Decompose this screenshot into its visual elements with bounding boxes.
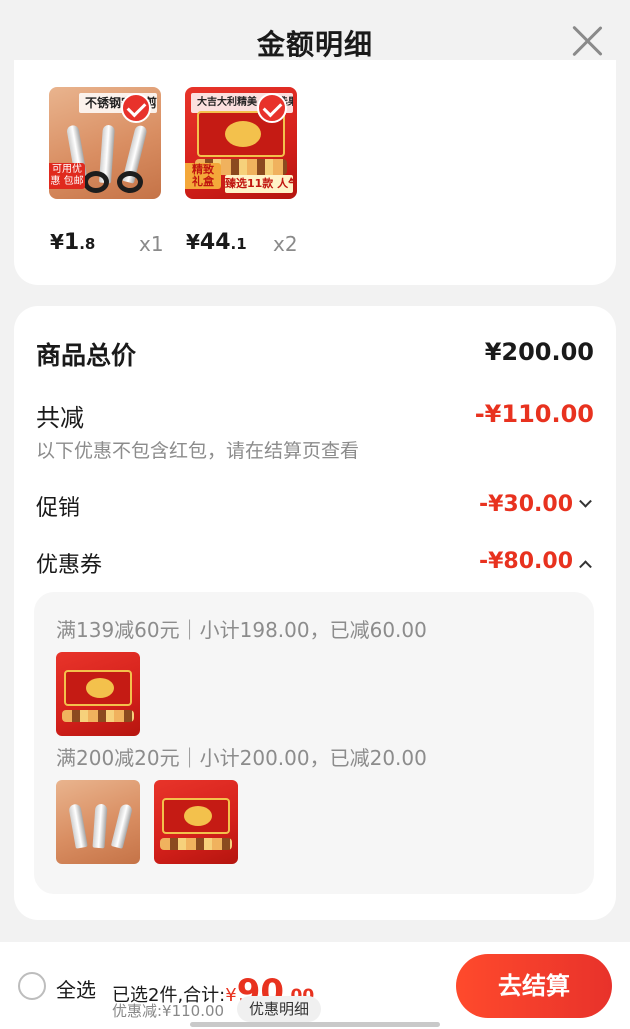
price-dec: .1 [230,235,247,253]
scissor-blade [68,803,88,849]
giftbox-image [162,798,230,834]
promo-value: -¥30.00 [478,492,573,517]
coupon-line: 满200减20元｜小计200.00，已减20.00 [56,746,427,770]
chevron-down-icon [579,494,592,508]
checked-icon[interactable] [257,93,287,123]
giftbox-foods [62,710,134,722]
product-qty: x2 [273,232,298,256]
product-thumb-scissors[interactable]: 不锈钢家用剪 可用优惠 包邮 [49,87,161,199]
checkout-button[interactable]: 去结算 [456,954,612,1018]
price-dec: .8 [79,235,96,253]
price-int: 44 [199,230,231,255]
discount-detail-button[interactable]: 优惠明细 [237,996,322,1022]
price-currency: ¥ [50,230,64,254]
product-tag: 可用优惠 包邮 [49,163,85,189]
scissor-handle [83,171,109,193]
amount-detail-card: 商品总价 ¥200.00 共减 -¥110.00 以下优惠不包含红包，请在结算页… [14,306,616,920]
product-thumb-giftbox[interactable]: 大吉大利精美 · 臻选果浆酥饼 精致 礼盒 臻选11款 人气星款 [185,87,297,199]
checkout-bar: 全选 已选2件,合计:¥90.00 优惠减:¥110.00 优惠明细 去结算 [0,942,630,1029]
price-currency: ¥ [186,230,200,254]
select-all-radio[interactable] [18,972,46,1000]
price-int: 1 [63,230,80,255]
giftbox-seal [184,806,212,826]
page-title: 金额明细 [256,28,373,61]
coupon-detail-panel: 满139减60元｜小计198.00，已减60.00 满200减20元｜小计200… [34,592,594,894]
giftbox-seal [225,121,261,147]
total-reduce-value: -¥110.00 [474,400,594,428]
scissor-blade [110,803,134,849]
coupon-product-thumb-scissors [56,780,140,864]
coupon-row-toggle[interactable]: -¥80.00 [478,549,592,574]
coupon-label: 优惠券 [36,553,103,578]
product-tag: 精致 礼盒 [185,163,221,189]
discount-note: 以下优惠不包含红包，请在结算页查看 [36,440,360,462]
giftbox-seal [86,678,114,698]
select-all-label[interactable]: 全选 [56,974,96,1003]
chevron-up-icon [579,559,592,573]
total-price-label: 商品总价 [36,341,137,370]
product-qty: x1 [139,232,164,256]
coupon-product-thumb-giftbox [56,652,140,736]
product-price: ¥1.8 [50,230,95,255]
product-strip: 臻选11款 人气星款 [225,175,293,193]
giftbox-foods [160,838,232,850]
product-price: ¥44.1 [186,230,247,255]
total-currency: ¥ [225,985,237,1006]
promo-label: 促销 [36,496,81,521]
scissor-handle [117,171,143,193]
coupon-line: 满139减60元｜小计198.00，已减60.00 [56,618,427,642]
promo-row-toggle[interactable]: -¥30.00 [478,492,592,517]
coupon-value: -¥80.00 [478,549,573,574]
discount-summary: 优惠减:¥110.00 [112,1002,225,1020]
scissor-blade [92,803,108,849]
product-card: 不锈钢家用剪 可用优惠 包邮 大吉大利精美 · 臻选果浆酥饼 精致 礼盒 臻选1… [14,60,616,285]
home-indicator [190,1022,440,1027]
total-reduce-label: 共减 [36,404,84,432]
total-price-value: ¥200.00 [484,338,594,366]
giftbox-image [64,670,132,706]
close-icon[interactable] [570,24,604,58]
coupon-product-thumb-giftbox [154,780,238,864]
checked-icon[interactable] [121,93,151,123]
